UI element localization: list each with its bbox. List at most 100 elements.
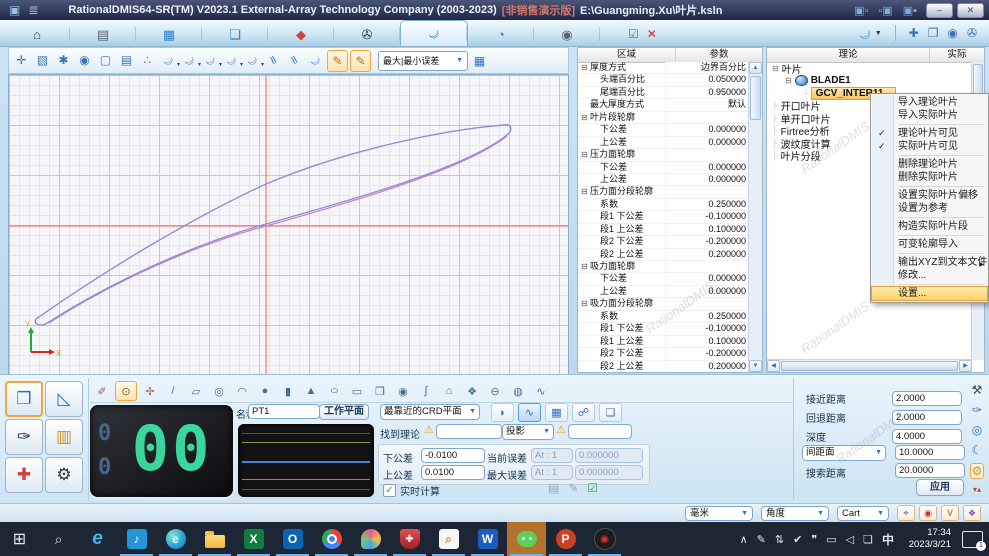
table-row[interactable]: 下公差0.000000: [578, 162, 749, 174]
plane-type-dropdown[interactable]: 间距面: [802, 445, 886, 461]
s-curve-icon[interactable]: ∫: [416, 382, 436, 400]
blade-mode-icon[interactable]: ☾: [855, 23, 876, 42]
probe-ball-icon[interactable]: ◉: [919, 505, 937, 521]
realtime-calc-checkbox[interactable]: ✓ 实时计算: [383, 483, 440, 498]
context-menu-item[interactable]: 输出XYZ到文本文件▶: [872, 256, 987, 269]
tree-item[interactable]: BLADE1: [767, 75, 972, 88]
table-row[interactable]: 段2 下公差-0.200000: [578, 348, 749, 360]
upper-tol-input[interactable]: 0.0100: [421, 465, 485, 480]
search-distance-input[interactable]: 20.0000: [895, 463, 965, 478]
table-row[interactable]: 叶片段轮廓: [578, 112, 749, 124]
context-menu-item[interactable]: 设置实际叶片偏移: [872, 189, 987, 202]
tool-icon[interactable]: ⚒: [972, 383, 983, 397]
scroll-down-arrow[interactable]: ▼: [749, 360, 762, 372]
tab-features[interactable]: ◆: [268, 22, 334, 46]
table-row[interactable]: 头端百分比0.050000: [578, 74, 749, 86]
context-menu-item[interactable]: [898, 124, 984, 125]
tray-check-icon[interactable]: ✔: [793, 533, 802, 546]
axes-icon[interactable]: ✚: [909, 26, 919, 40]
grid-toggle[interactable]: ▦: [545, 403, 568, 422]
context-menu-item[interactable]: ✓实际叶片可见: [872, 140, 987, 153]
plane-distance-input[interactable]: 10.0000: [895, 445, 965, 460]
table-row[interactable]: 段1 下公差-0.100000: [578, 323, 749, 335]
settings-gear-icon[interactable]: ⚙: [970, 463, 985, 479]
units-dropdown[interactable]: 毫米: [685, 506, 753, 521]
minimize-button[interactable]: –: [926, 3, 953, 18]
tray-wechat-icon[interactable]: ❞: [811, 533, 817, 546]
cone-icon[interactable]: ▲: [301, 382, 321, 400]
table-row[interactable]: 尾端百分比0.950000: [578, 87, 749, 99]
context-menu-item[interactable]: 删除理论叶片: [872, 158, 987, 171]
edge-icon[interactable]: e: [156, 522, 195, 556]
app-list-icon[interactable]: ≣: [28, 3, 38, 17]
table-scrollbar[interactable]: ▲ ▼: [748, 62, 762, 372]
wechat-icon[interactable]: [507, 522, 546, 556]
cylinder-icon[interactable]: ▮: [278, 382, 298, 400]
hexagon-icon[interactable]: ❖: [462, 382, 482, 400]
dimension-icon[interactable]: ⌖: [897, 505, 915, 521]
param-input[interactable]: 2.0000: [892, 391, 962, 406]
dmis-taskbar-icon[interactable]: ◉: [585, 522, 624, 556]
context-menu-item[interactable]: 设置...: [872, 287, 987, 300]
blade-align-icon[interactable]: ≃: [285, 50, 304, 70]
explorer-icon[interactable]: [195, 522, 234, 556]
camera-icon[interactable]: ◉: [947, 26, 957, 40]
feature-name-input[interactable]: PT1: [248, 404, 320, 419]
blade-points-icon[interactable]: ☾: [243, 50, 262, 70]
caliper-button[interactable]: ◺: [45, 381, 83, 417]
security-icon[interactable]: ✚: [390, 522, 429, 556]
table-row[interactable]: 吸力面分段轮廓: [578, 298, 749, 310]
tab-evaluate[interactable]: ◔: [468, 22, 534, 46]
table-row[interactable]: 上公差0.000000: [578, 137, 749, 149]
circle-icon[interactable]: ◎: [209, 382, 229, 400]
context-menu-item[interactable]: 删除实际叶片: [872, 171, 987, 184]
table-row[interactable]: 压力面分段轮廓: [578, 186, 749, 198]
probe-view-icon[interactable]: ✑: [972, 403, 982, 417]
report-toggle[interactable]: ❏: [599, 403, 622, 422]
blade-profile-icon[interactable]: ☾: [222, 50, 241, 70]
inspect-icon[interactable]: ◎: [972, 423, 982, 437]
context-menu-item[interactable]: 可变轮廓导入: [872, 238, 987, 251]
probe-mode-icon[interactable]: ✐: [92, 382, 112, 400]
tray-expand-icon[interactable]: ∧: [740, 533, 748, 546]
table-row[interactable]: 上公差0.000000: [578, 286, 749, 298]
apply-check-button[interactable]: ☑: [628, 27, 639, 41]
context-menu-item[interactable]: 修改...: [872, 269, 987, 282]
auto-confirm-checkbox[interactable]: ☑: [587, 481, 598, 495]
arc-icon[interactable]: ◠: [232, 382, 252, 400]
lcs-box-button[interactable]: ▥: [45, 419, 83, 455]
blade-compare-icon[interactable]: ≃: [264, 50, 283, 70]
scroll-left-arrow[interactable]: ◀: [767, 360, 780, 372]
scan-points-icon[interactable]: ∴: [138, 50, 157, 70]
probe-link-icon[interactable]: ▣▪: [903, 4, 917, 17]
powerpoint-icon[interactable]: P: [546, 522, 585, 556]
stamp-icon[interactable]: ▤: [548, 481, 559, 495]
machine-tools-button[interactable]: ⚙: [45, 457, 83, 493]
palette-icon[interactable]: ❖: [963, 505, 981, 521]
coord-system-dropdown[interactable]: Cart: [837, 506, 889, 521]
cuboid-icon[interactable]: ❐: [370, 382, 390, 400]
clamp-toggle[interactable]: ☍: [572, 403, 595, 422]
blade-section-icon[interactable]: ☾: [159, 50, 178, 70]
tab-blade[interactable]: ☾: [400, 20, 468, 46]
point-icon[interactable]: ⊙: [115, 381, 137, 401]
table-row[interactable]: 吸力面轮廓: [578, 261, 749, 273]
outlook-icon[interactable]: O: [273, 522, 312, 556]
paint-icon[interactable]: [351, 522, 390, 556]
table-row[interactable]: 上公差0.000000: [578, 174, 749, 186]
pan-icon[interactable]: ✱: [54, 50, 73, 70]
context-menu-item[interactable]: [898, 235, 984, 236]
projection-dropdown[interactable]: 投影: [502, 424, 554, 440]
tray-pen-icon[interactable]: ✎: [757, 533, 766, 546]
projection-input[interactable]: [568, 424, 632, 439]
tab-machine[interactable]: ⌂: [4, 22, 70, 46]
blade-measure-icon[interactable]: ☾: [201, 50, 220, 70]
view-orient-icon[interactable]: ◉: [75, 50, 94, 70]
tray-usb-icon[interactable]: ⇅: [775, 533, 784, 546]
graphics-viewport[interactable]: Y X: [8, 74, 569, 375]
error-graph-toggle[interactable]: ∿: [518, 403, 541, 422]
collapse-arrows-icon[interactable]: ▾▴: [973, 485, 981, 494]
v-report-icon[interactable]: V: [941, 505, 959, 521]
select-region-icon[interactable]: ▢: [96, 50, 115, 70]
blade-edit-icon[interactable]: ✎: [327, 50, 348, 72]
